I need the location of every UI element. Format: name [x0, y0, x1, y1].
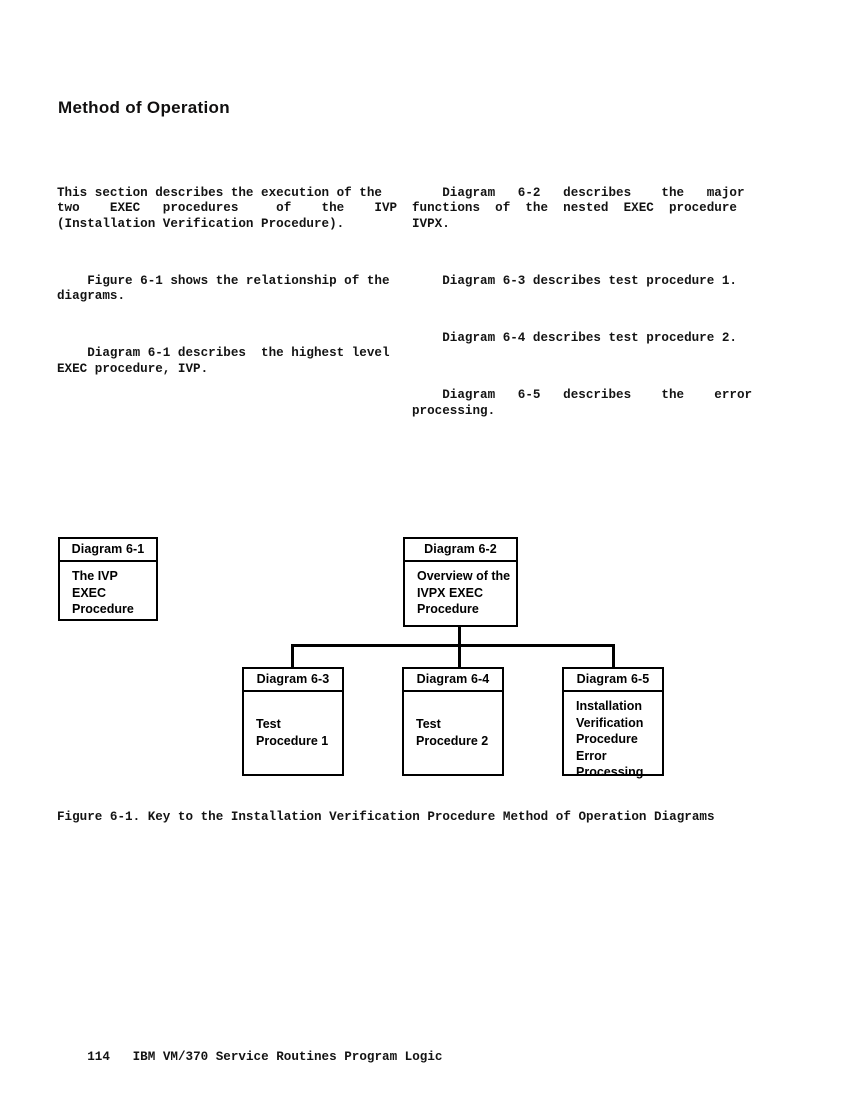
figure-caption: Figure 6-1. Key to the Installation Veri…	[57, 810, 715, 824]
page-title: Method of Operation	[58, 98, 230, 117]
diagram-box-6-5-header: Diagram 6-5	[564, 669, 662, 692]
paragraph: Diagram 6-4 describes test procedure 2.	[412, 331, 737, 346]
footer-page-number: 114	[87, 1050, 110, 1064]
body-text-left-column: This section describes the execution of …	[57, 155, 405, 408]
paragraph: Diagram 6-2 describes the major function…	[412, 185, 745, 231]
connector-drop-diagram-6-5	[612, 644, 615, 667]
diagram-box-6-3-body: Test Procedure 1	[256, 717, 329, 748]
paragraph: Diagram 6-3 describes test procedure 1.	[412, 273, 737, 288]
diagram-box-6-4-header: Diagram 6-4	[404, 669, 502, 692]
connector-stem-diagram-6-2	[458, 627, 461, 667]
diagram-box-6-1-body: The IVP EXEC Procedure	[72, 569, 134, 616]
footer-spacer	[110, 1050, 133, 1064]
diagram-box-6-4-body: Test Procedure 2	[416, 717, 489, 748]
paragraph: Diagram 6-1 describes the highest level …	[57, 346, 390, 376]
diagram-box-6-3[interactable]: Diagram 6-3 Test Procedure 1	[242, 667, 344, 776]
page-footer: 114 IBM VM/370 Service Routines Program …	[57, 1036, 442, 1078]
document-page: Method of Operation This section describ…	[0, 0, 849, 1099]
paragraph: Diagram 6-5 describes the error processi…	[412, 388, 753, 418]
connector-horizontal-bus	[291, 644, 615, 647]
diagram-box-6-5[interactable]: Diagram 6-5 Installation Verification Pr…	[562, 667, 664, 779]
body-text-right-column: Diagram 6-2 describes the major function…	[412, 155, 764, 450]
paragraph: This section describes the execution of …	[57, 185, 398, 231]
diagram-box-6-2-body: Overview of the IVPX EXEC Procedure	[417, 569, 511, 616]
connector-drop-diagram-6-3	[291, 644, 294, 667]
diagram-box-6-1-header: Diagram 6-1	[60, 539, 156, 562]
footer-title: IBM VM/370 Service Routines Program Logi…	[132, 1050, 443, 1064]
diagram-box-6-3-header: Diagram 6-3	[244, 669, 342, 692]
diagram-box-6-1[interactable]: Diagram 6-1 The IVP EXEC Procedure	[58, 537, 158, 621]
diagram-box-6-2[interactable]: Diagram 6-2 Overview of the IVPX EXEC Pr…	[403, 537, 518, 627]
diagram-box-6-5-body: Installation Verification Procedure Erro…	[576, 699, 644, 779]
diagram-box-6-4[interactable]: Diagram 6-4 Test Procedure 2	[402, 667, 504, 776]
paragraph: Figure 6-1 shows the relationship of the…	[57, 273, 390, 304]
diagram-box-6-2-header: Diagram 6-2	[405, 539, 516, 562]
